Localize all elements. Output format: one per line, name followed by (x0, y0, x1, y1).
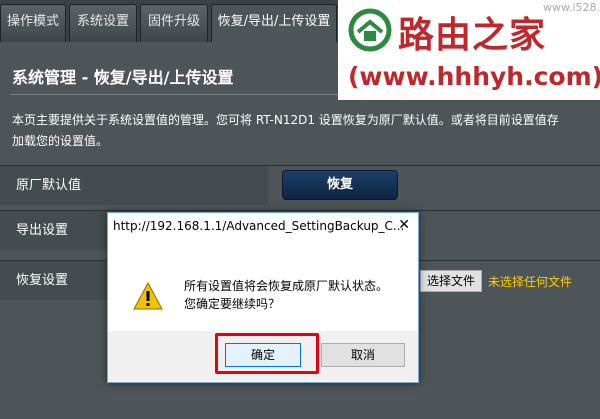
tab-system-settings[interactable]: 系统设置 (69, 4, 137, 42)
watermark-brand: 路由之家 (398, 15, 547, 56)
router-home-logo-icon (348, 8, 392, 52)
watermark-small-url: www.i528.com (543, 1, 600, 14)
watermark: www.i528.com 路由之家 (www.hhhyh.com) (338, 0, 600, 100)
dialog-message: 所有设置值将会恢复成原厂默认状态。 您确定要继续吗？ (184, 277, 388, 313)
close-icon[interactable]: ✕ (398, 217, 410, 233)
dialog-message-line-1: 所有设置值将会恢复成原厂默认状态。 (184, 279, 389, 293)
warning-icon (133, 281, 163, 310)
description-line-1: 本页主要提供关于系统设置值的管理。您可将 RT-N12D1 设置恢复为原厂默认值… (12, 113, 559, 127)
watermark-url: (www.hhhyh.com) (348, 62, 600, 91)
tab-operation-mode[interactable]: 操作模式 (0, 4, 66, 42)
dialog-title: http://192.168.1.1/Advanced_SettingBacku… (113, 219, 405, 233)
file-status: 未选择任何文件 (488, 275, 573, 289)
page-description: 本页主要提供关于系统设置值的管理。您可将 RT-N12D1 设置恢复为原厂默认值… (12, 110, 600, 152)
tab-firmware-upgrade[interactable]: 固件升级 (140, 4, 208, 42)
row-label-factory-default: 原厂默认值 (0, 165, 268, 205)
description-line-2: 加载您的设置值。 (12, 134, 109, 148)
dialog-message-line-2: 您确定要继续吗？ (184, 297, 281, 311)
page-title: 系统管理 - 恢复/导出/上传设置 (12, 68, 234, 87)
restore-button[interactable]: 恢复 (282, 170, 398, 200)
tab-restore-export-upload[interactable]: 恢复/导出/上传设置 (211, 4, 337, 42)
ok-button-highlight (215, 333, 319, 374)
choose-file-button[interactable]: 选择文件 (420, 270, 482, 292)
cancel-button[interactable]: 取消 (321, 343, 405, 367)
